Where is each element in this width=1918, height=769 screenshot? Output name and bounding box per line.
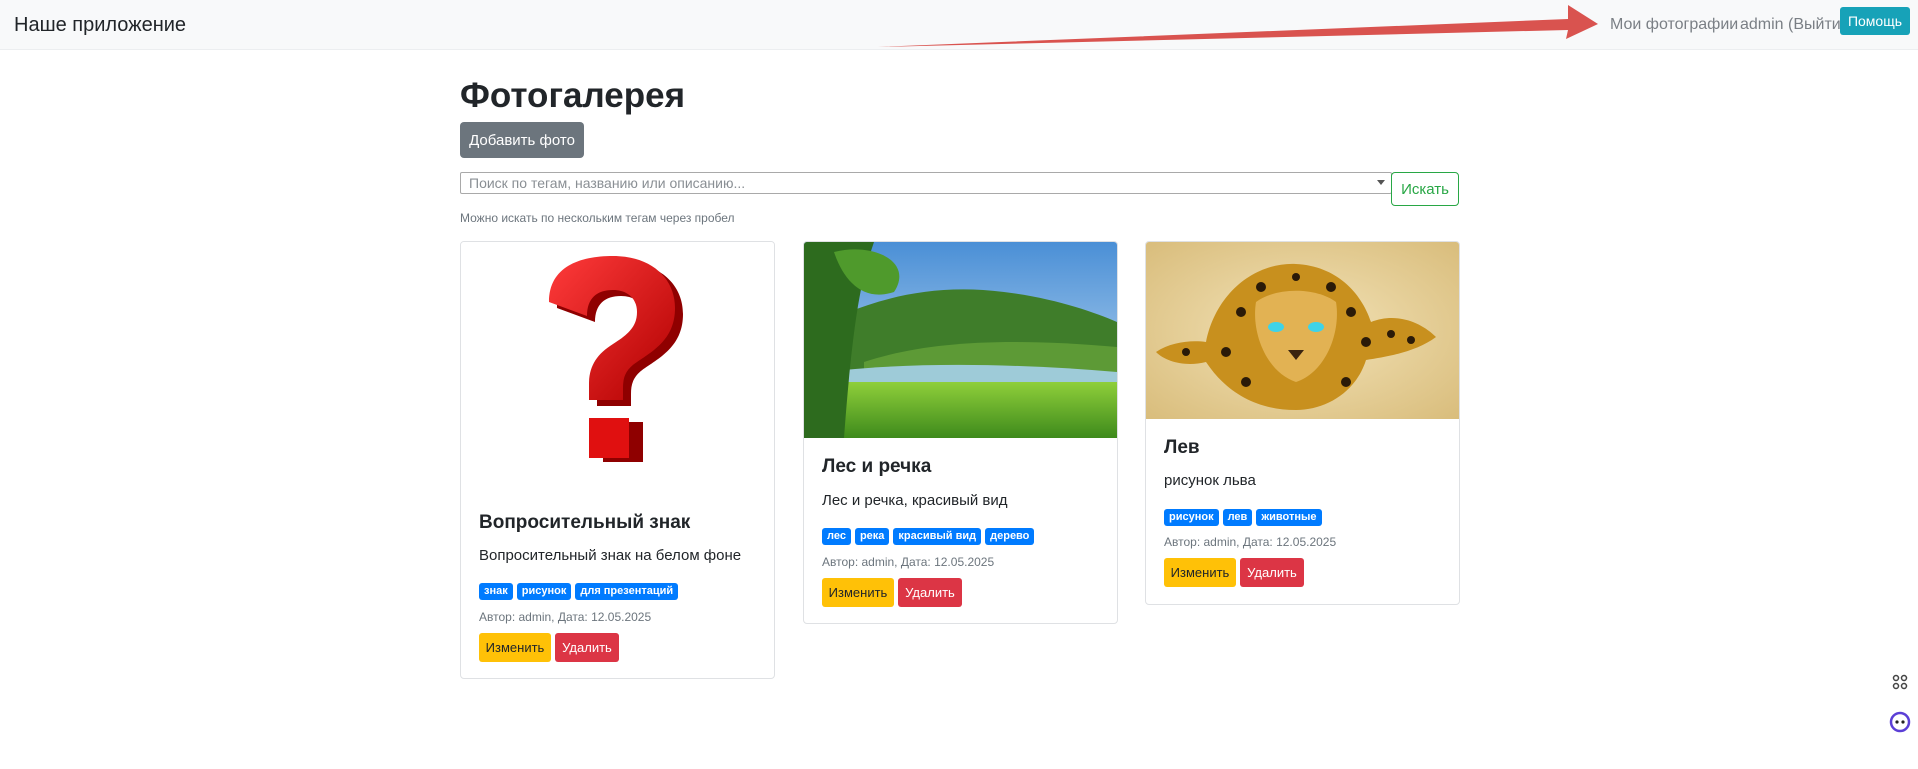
- card-meta: Автор: admin, Дата: 12.05.2025: [479, 610, 652, 624]
- tag-badge[interactable]: рисунок: [1164, 509, 1219, 526]
- tag-list: рисунок лев животные: [1164, 509, 1322, 526]
- delete-button[interactable]: Удалить: [1240, 558, 1304, 587]
- grid-icon[interactable]: [1888, 670, 1912, 694]
- search-button[interactable]: Искать: [1391, 172, 1459, 206]
- photo-card: Вопросительный знак Вопросительный знак …: [460, 241, 775, 679]
- tag-badge[interactable]: для презентаций: [575, 583, 679, 600]
- delete-button[interactable]: Удалить: [555, 633, 619, 662]
- photo-card: Лес и речка Лес и речка, красивый вид ле…: [803, 241, 1118, 624]
- tag-badge[interactable]: река: [854, 528, 890, 545]
- tag-badge[interactable]: животные: [1256, 509, 1322, 526]
- card-description: Вопросительный знак на белом фоне: [479, 547, 742, 564]
- user-logout-link[interactable]: admin (Выйти): [1740, 16, 1846, 34]
- card-meta: Автор: admin, Дата: 12.05.2025: [822, 555, 995, 569]
- tag-badge[interactable]: лев: [1222, 509, 1253, 526]
- page-title: Фотогалерея: [460, 76, 685, 115]
- tag-list: лес река красивый вид дерево: [822, 528, 1035, 545]
- dropdown-caret-icon[interactable]: [1377, 180, 1385, 185]
- card-title: Лес и речка: [822, 456, 932, 477]
- photo-card: Лев рисунок льва рисунок лев животные Ав…: [1145, 241, 1460, 605]
- edit-button[interactable]: Изменить: [1164, 558, 1236, 587]
- tag-badge[interactable]: лес: [822, 528, 851, 545]
- card-title: Вопросительный знак: [479, 512, 691, 533]
- card-title: Лев: [1164, 437, 1200, 458]
- tag-badge[interactable]: дерево: [985, 528, 1035, 545]
- search-field[interactable]: [460, 172, 1392, 194]
- my-photos-link[interactable]: Мои фотографии: [1610, 16, 1738, 34]
- add-photo-button[interactable]: Добавить фото: [460, 122, 584, 158]
- delete-button[interactable]: Удалить: [898, 578, 962, 607]
- help-button[interactable]: Помощь: [1840, 7, 1910, 35]
- card-image-leopard[interactable]: [1146, 242, 1459, 419]
- tag-badge[interactable]: знак: [479, 583, 513, 600]
- card-meta: Автор: admin, Дата: 12.05.2025: [1164, 535, 1337, 549]
- navbar: Наше приложение Мои фотографии admin (Вы…: [0, 0, 1918, 50]
- tag-list: знак рисунок для презентаций: [479, 583, 679, 600]
- brand-title[interactable]: Наше приложение: [14, 14, 186, 37]
- edit-button[interactable]: Изменить: [479, 633, 551, 662]
- search-hint: Можно искать по нескольким тегам через п…: [460, 211, 735, 225]
- card-description: Лес и речка, красивый вид: [822, 492, 1008, 509]
- card-image-forest-river[interactable]: [804, 242, 1117, 438]
- edit-button[interactable]: Изменить: [822, 578, 894, 607]
- card-description: рисунок льва: [1164, 472, 1256, 489]
- assistant-icon[interactable]: [1888, 710, 1912, 734]
- card-image-question-mark[interactable]: [461, 242, 774, 476]
- search-input[interactable]: [461, 173, 1361, 193]
- tag-badge[interactable]: красивый вид: [893, 528, 982, 545]
- tag-badge[interactable]: рисунок: [516, 583, 572, 600]
